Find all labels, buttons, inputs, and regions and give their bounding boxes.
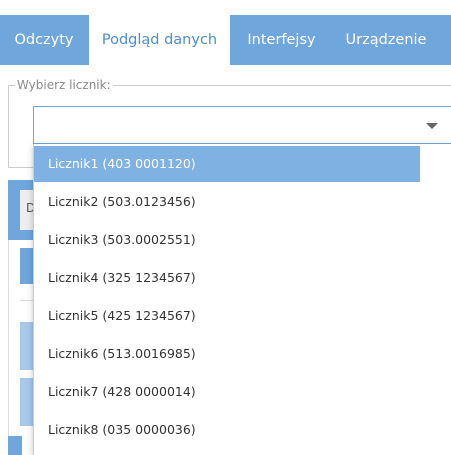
meter-option-2[interactable]: Licznik2 (503.0123456) bbox=[34, 184, 420, 220]
tab-odczyty[interactable]: Odczyty bbox=[0, 15, 88, 65]
meter-select[interactable] bbox=[33, 106, 451, 144]
table-footer-strip bbox=[8, 436, 22, 455]
tab-urzadzenie[interactable]: Urządzenie bbox=[333, 15, 439, 65]
meter-select-legend: Wybierz licznik: bbox=[17, 78, 111, 92]
meter-option-3[interactable]: Licznik3 (503.0002551) bbox=[34, 222, 420, 258]
chevron-down-icon[interactable] bbox=[426, 123, 438, 129]
meter-option-6[interactable]: Licznik6 (513.0016985) bbox=[34, 336, 420, 372]
tab-interfejsy[interactable]: Interfejsy bbox=[230, 15, 333, 65]
meter-dropdown-list: Licznik1 (403 0001120) Licznik2 (503.012… bbox=[33, 144, 451, 455]
tab-podglad-danych[interactable]: Podgląd danych bbox=[89, 15, 230, 65]
meter-option-8[interactable]: Licznik8 (035 0000036) bbox=[34, 412, 420, 448]
meter-option-5[interactable]: Licznik5 (425 1234567) bbox=[34, 298, 420, 334]
meter-option-1[interactable]: Licznik1 (403 0001120) bbox=[34, 146, 420, 182]
meter-option-7[interactable]: Licznik7 (428 0000014) bbox=[34, 374, 420, 410]
meter-option-4[interactable]: Licznik4 (325 1234567) bbox=[34, 260, 420, 296]
